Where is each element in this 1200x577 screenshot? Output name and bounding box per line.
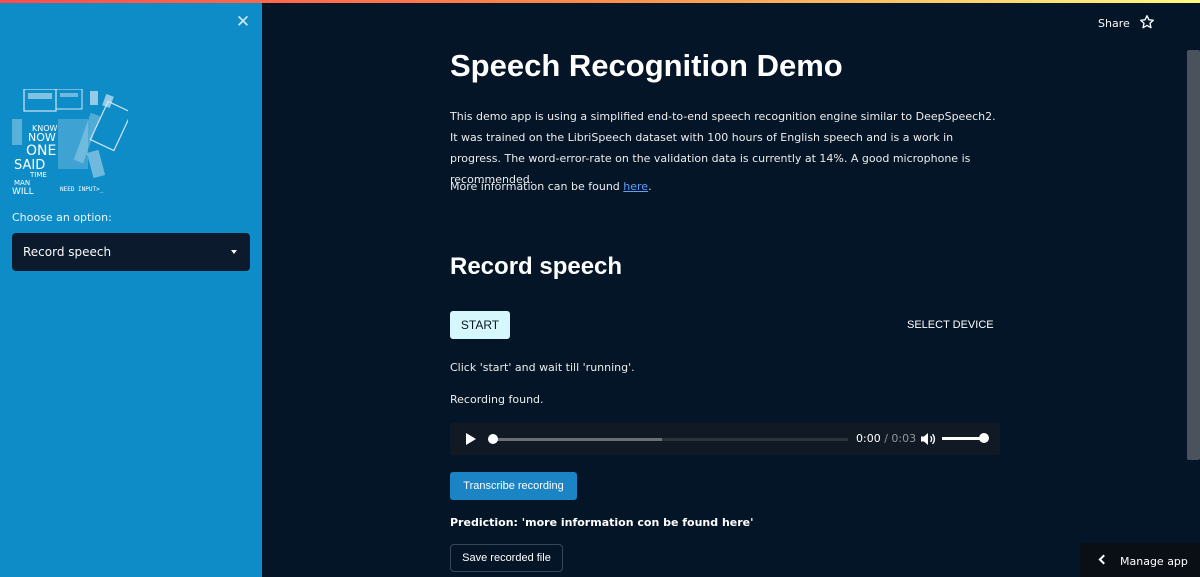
close-icon[interactable]: ✕ [236,12,250,32]
star-icon[interactable] [1139,14,1155,30]
share-button[interactable]: Share [1098,17,1130,30]
status-text: Recording found. [450,393,544,406]
audio-player: 0:00 / 0:03 [450,423,1000,455]
time-separator: / [880,432,892,445]
description-text: This demo app is using a simplified end-… [450,110,996,186]
top-decoration-bar [0,0,1200,3]
logo-word: ONE [26,143,56,159]
select-label: Choose an option: [12,211,112,224]
prediction-text: Prediction: 'more information con be fou… [450,516,754,529]
logo-word: MAN [14,179,30,187]
current-time: 0:00 [856,432,881,445]
more-info-link[interactable]: here [623,180,648,193]
caret-down-icon [231,250,237,254]
logo-word: TIME [29,171,47,179]
scrollbar-thumb[interactable] [1187,50,1200,460]
volume-slider[interactable] [942,437,984,440]
logo-word: NEED INPUT>_ [60,186,104,193]
sidebar: ✕ KNOW NOW ONE SAID TIME MAN WILL NEED I… [0,3,262,577]
more-info-text: More information can be found here. [450,180,652,193]
volume-icon[interactable] [920,432,936,446]
time-display: 0:00 / 0:03 [856,432,916,445]
option-select[interactable]: Record speech [12,233,250,271]
seek-handle[interactable] [488,434,498,444]
save-file-button[interactable]: Save recorded file [450,544,563,572]
chevron-left-icon [1098,554,1109,565]
manage-app-label: Manage app [1120,555,1188,568]
transcribe-button[interactable]: Transcribe recording [450,472,577,500]
more-info-prefix: More information can be found [450,180,624,193]
manage-app-button[interactable]: Manage app [1080,543,1200,577]
volume-handle[interactable] [979,433,989,443]
logo-image: KNOW NOW ONE SAID TIME MAN WILL NEED INP… [12,89,128,195]
instruction-text: Click 'start' and wait till 'running'. [450,361,635,374]
select-value: Record speech [23,245,112,259]
duration: 0:03 [891,432,917,445]
section-title: Record speech [450,253,623,280]
more-info-suffix: . [648,180,652,193]
start-button[interactable]: START [450,311,510,339]
main-panel [262,3,1186,577]
play-icon[interactable] [466,433,476,445]
seek-bar-buffered [492,438,662,441]
page-title: Speech Recognition Demo [450,48,843,83]
close-sidebar-button[interactable]: ✕ [234,13,252,31]
select-device-button[interactable]: SELECT DEVICE [907,319,994,331]
logo-word: WILL [12,187,34,195]
